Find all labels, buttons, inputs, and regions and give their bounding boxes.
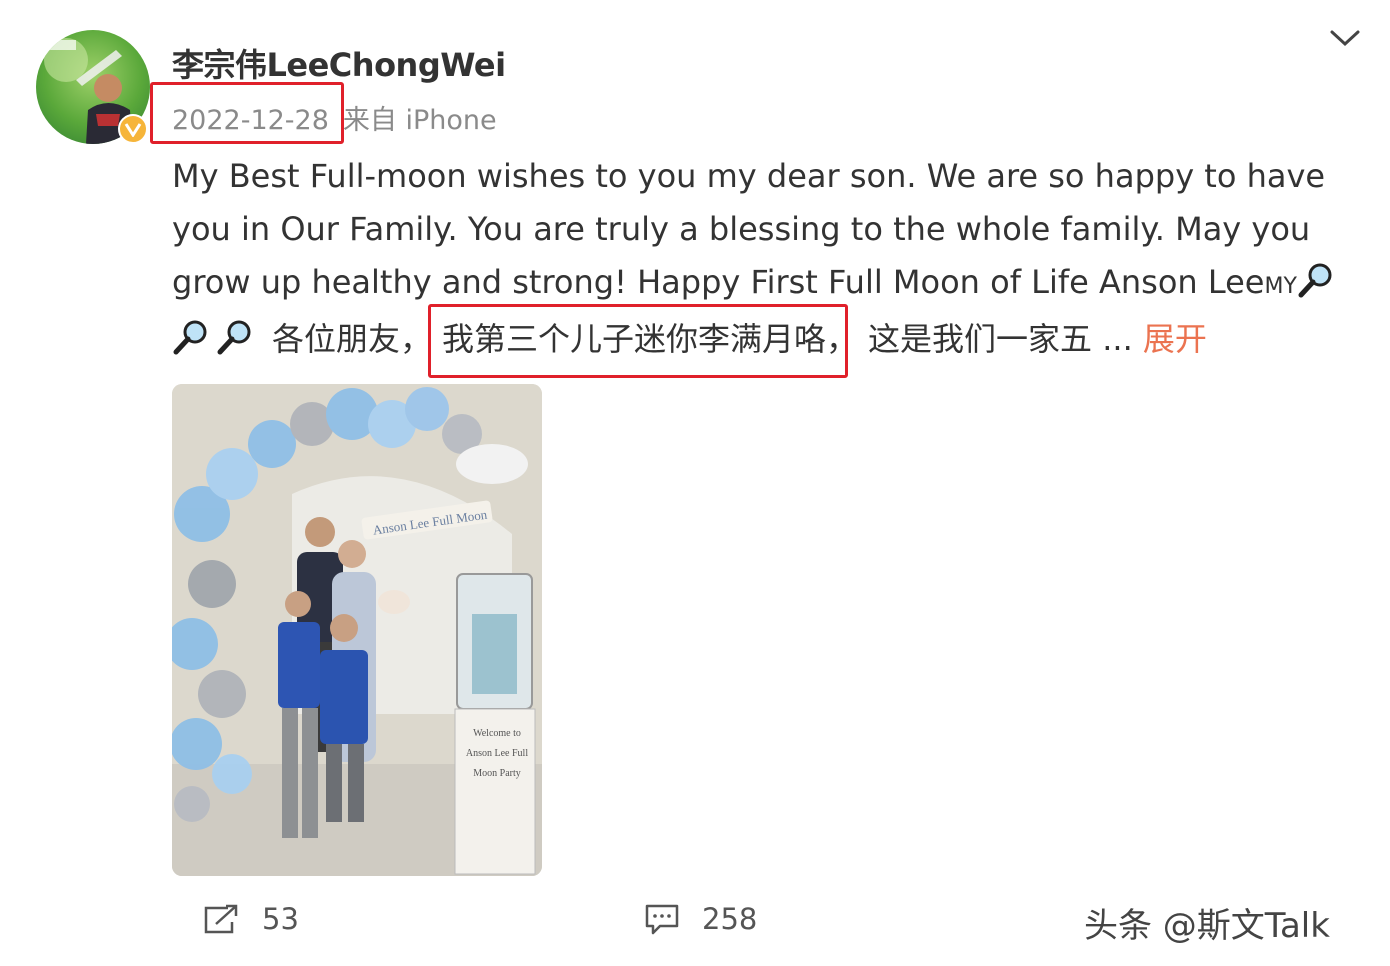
text-continuation: 这是我们一家五 (868, 320, 1093, 358)
ellipsis: ... (1092, 320, 1143, 358)
magnifier-key-icon (217, 320, 251, 355)
post-text-line: you in Our Family. You are truly a bless… (172, 210, 1311, 248)
text-greeting: 各位朋友， (272, 320, 433, 358)
comment-button[interactable]: 258 (644, 902, 757, 936)
chevron-down-icon[interactable] (1328, 26, 1362, 50)
post-photo[interactable]: Anson Lee Full Moon Welcome to Anson Lee… (172, 384, 542, 876)
comment-count: 258 (702, 902, 758, 936)
post-source: 来自 iPhone (342, 105, 497, 136)
post-text-line: My Best Full-moon wishes to you my dear … (172, 157, 1326, 195)
repost-count: 53 (262, 902, 299, 936)
watermark: 头条 @斯文Talk (1084, 906, 1330, 946)
comment-icon (645, 904, 679, 935)
post-text-line-3: grow up healthy and strong! Happy First … (172, 263, 1265, 301)
photo-sign-text: Welcome to Anson Lee Full Moon Party (465, 728, 529, 779)
repost-icon (204, 904, 238, 934)
weibo-post-card: 李宗伟LeeChongWei 2022-12-28 来自 iPhone My Be… (0, 0, 1390, 966)
expand-link[interactable]: 展开 (1143, 320, 1207, 358)
repost-button[interactable]: 53 (202, 902, 299, 936)
country-code: MY (1264, 274, 1297, 299)
date-highlight-box (150, 82, 344, 144)
magnifier-key-icon (1298, 263, 1332, 298)
verified-badge-icon (118, 114, 148, 144)
family-photo-image: Anson Lee Full Moon Welcome to Anson Lee… (172, 384, 542, 876)
username[interactable]: 李宗伟LeeChongWei (172, 40, 506, 86)
magnifier-key-icon (173, 320, 207, 355)
text-highlight-box (428, 304, 848, 378)
